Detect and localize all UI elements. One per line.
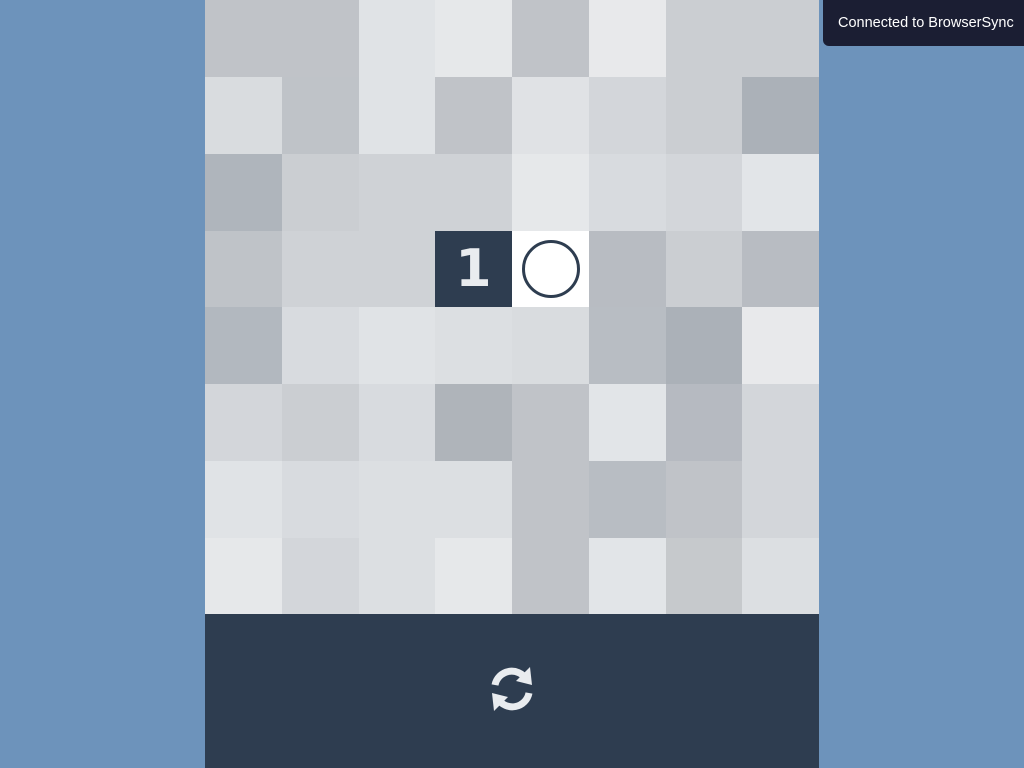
grid-tile[interactable]	[742, 307, 819, 384]
grid-tile[interactable]	[666, 231, 742, 307]
grid-tile[interactable]	[205, 384, 282, 461]
grid-tile[interactable]	[512, 538, 589, 614]
grid-tile[interactable]	[205, 461, 282, 538]
target-tile[interactable]	[512, 231, 589, 307]
grid-tile[interactable]	[512, 77, 589, 154]
grid-tile[interactable]	[666, 384, 742, 461]
grid-tile[interactable]	[359, 307, 435, 384]
grid-tile[interactable]	[282, 461, 359, 538]
grid-tile[interactable]	[512, 0, 589, 77]
grid-tile[interactable]	[742, 461, 819, 538]
grid-tile[interactable]	[359, 538, 435, 614]
reset-button[interactable]	[486, 665, 538, 717]
grid-tile[interactable]	[742, 0, 819, 77]
grid-tile[interactable]	[205, 307, 282, 384]
grid-tile[interactable]	[512, 384, 589, 461]
grid-tile[interactable]	[666, 461, 742, 538]
grid-tile[interactable]	[282, 307, 359, 384]
grid-tile[interactable]	[282, 154, 359, 231]
game-area: 1	[205, 0, 819, 768]
grid-tile[interactable]	[589, 538, 666, 614]
browsersync-notification: Connected to BrowserSync	[823, 0, 1024, 46]
grid-tile[interactable]	[435, 154, 512, 231]
grid-tile[interactable]	[589, 231, 666, 307]
grid-tile[interactable]	[666, 77, 742, 154]
grid-tile[interactable]	[512, 307, 589, 384]
grid-tile[interactable]	[435, 538, 512, 614]
grid-tile[interactable]	[282, 538, 359, 614]
grid-tile[interactable]	[359, 154, 435, 231]
grid-tile[interactable]	[435, 307, 512, 384]
game-board: 1	[205, 0, 819, 614]
grid-tile[interactable]	[512, 154, 589, 231]
grid-tile[interactable]	[589, 461, 666, 538]
grid-tile[interactable]	[359, 0, 435, 77]
grid-tile[interactable]	[359, 384, 435, 461]
grid-tile[interactable]	[512, 461, 589, 538]
grid-tile[interactable]	[435, 77, 512, 154]
grid-tile[interactable]	[589, 154, 666, 231]
grid-tile[interactable]	[666, 307, 742, 384]
grid-tile[interactable]	[205, 538, 282, 614]
grid-tile[interactable]	[282, 384, 359, 461]
grid-tile[interactable]	[666, 154, 742, 231]
grid-tile[interactable]	[435, 461, 512, 538]
grid-tile[interactable]	[742, 538, 819, 614]
grid-tile[interactable]	[359, 77, 435, 154]
grid-tile[interactable]	[435, 0, 512, 77]
grid-tile[interactable]	[282, 231, 359, 307]
grid-tile[interactable]	[742, 384, 819, 461]
grid-tile[interactable]	[742, 77, 819, 154]
grid-tile[interactable]	[205, 154, 282, 231]
notification-text: Connected to BrowserSync	[838, 15, 1014, 31]
grid-tile[interactable]	[589, 77, 666, 154]
grid-tile[interactable]	[282, 77, 359, 154]
tile-number: 1	[455, 239, 492, 299]
grid-tile[interactable]	[589, 307, 666, 384]
number-tile[interactable]: 1	[435, 231, 512, 307]
grid-tile[interactable]	[205, 0, 282, 77]
grid-tile[interactable]	[589, 0, 666, 77]
grid-tile[interactable]	[205, 231, 282, 307]
grid-tile[interactable]	[742, 231, 819, 307]
grid-tile[interactable]	[666, 538, 742, 614]
grid-tile[interactable]	[589, 384, 666, 461]
refresh-icon	[486, 663, 538, 720]
grid-tile[interactable]	[742, 154, 819, 231]
grid-tile[interactable]	[282, 0, 359, 77]
grid-tile[interactable]	[666, 0, 742, 77]
circle-marker	[521, 240, 580, 298]
grid-tile[interactable]	[205, 77, 282, 154]
grid-tile[interactable]	[435, 384, 512, 461]
footer-bar	[205, 614, 819, 768]
grid-tile[interactable]	[359, 461, 435, 538]
grid-tile[interactable]	[359, 231, 435, 307]
